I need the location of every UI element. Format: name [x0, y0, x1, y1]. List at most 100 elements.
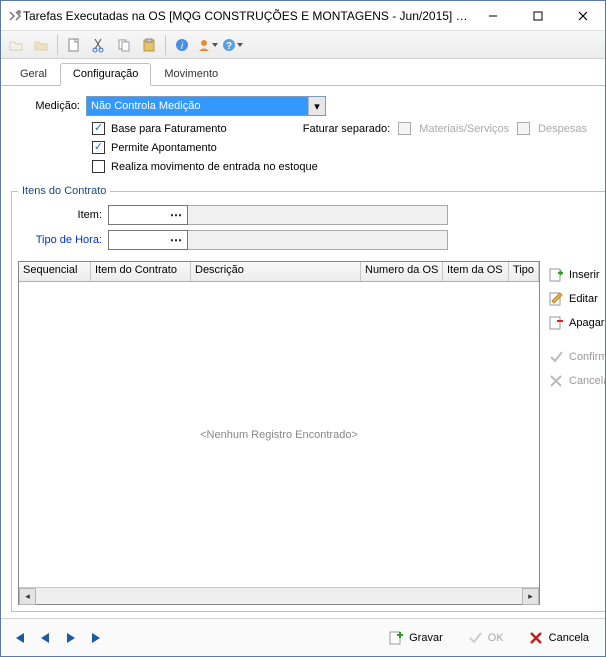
close-button[interactable] [560, 1, 605, 30]
base-faturamento-row: ✓ Base para Faturamento Faturar separado… [92, 122, 595, 135]
help-icon[interactable]: ? [221, 34, 243, 56]
itens-grid[interactable]: Sequencial Item do Contrato Descrição Nu… [18, 261, 540, 605]
side-actions: Inserir Editar Apagar Confirmar [546, 261, 605, 605]
tab-bar: Geral Configuração Movimento [1, 59, 605, 86]
realiza-movimento-label: Realiza movimento de entrada no estoque [111, 161, 318, 173]
grid-header: Sequencial Item do Contrato Descrição Nu… [19, 262, 539, 282]
confirmar-label: Confirmar [569, 351, 605, 363]
col-sequencial[interactable]: Sequencial [19, 262, 91, 281]
cancela-label: Cancela [549, 632, 589, 644]
plus-page-icon [548, 267, 564, 283]
lookup-icon[interactable]: ⋯ [170, 233, 183, 247]
copy-icon[interactable] [113, 34, 135, 56]
cancelar-label: Cancelar [569, 375, 605, 387]
gravar-button[interactable]: Gravar [382, 627, 449, 649]
ok-label: OK [488, 632, 504, 644]
tipo-hora-code-input[interactable]: ⋯ [108, 230, 188, 250]
editar-label: Editar [569, 293, 598, 305]
faturar-separado-label: Faturar separado: [303, 123, 390, 135]
app-window: Tarefas Executadas na OS [MQG CONSTRUÇÕE… [0, 0, 606, 657]
prev-record-button[interactable] [37, 630, 53, 646]
grid-body: <Nenhum Registro Encontrado> [19, 282, 539, 587]
tipo-hora-lookup[interactable]: ⋯ [108, 230, 448, 250]
tab-geral[interactable]: Geral [7, 63, 60, 85]
pencil-page-icon [548, 291, 564, 307]
grid-area: Sequencial Item do Contrato Descrição Nu… [18, 261, 605, 605]
new-page-icon[interactable] [63, 34, 85, 56]
scroll-left-button[interactable]: ◂ [19, 588, 36, 605]
permite-apontamento-checkbox[interactable]: ✓ [92, 141, 105, 154]
item-row: Item: ⋯ [18, 205, 605, 225]
first-record-button[interactable] [11, 630, 27, 646]
col-descricao[interactable]: Descrição [191, 262, 361, 281]
medicao-value: Não Controla Medição [91, 100, 200, 112]
user-icon[interactable] [196, 34, 218, 56]
record-nav [11, 630, 105, 646]
apagar-label: Apagar [569, 317, 604, 329]
paste-icon[interactable] [138, 34, 160, 56]
base-faturamento-label: Base para Faturamento [111, 123, 227, 135]
folder-open-icon[interactable] [5, 34, 27, 56]
gravar-label: Gravar [409, 632, 443, 644]
item-lookup[interactable]: ⋯ [108, 205, 448, 225]
realiza-movimento-row: Realiza movimento de entrada no estoque [92, 160, 595, 173]
scroll-right-button[interactable]: ▸ [522, 588, 539, 605]
cut-icon[interactable] [88, 34, 110, 56]
base-faturamento-checkbox[interactable]: ✓ [92, 122, 105, 135]
last-record-button[interactable] [89, 630, 105, 646]
editar-button[interactable]: Editar [546, 287, 605, 311]
grid-hscroll[interactable]: ◂ ▸ [19, 587, 539, 604]
item-label: Item: [18, 209, 108, 221]
tab-content: Medição: Não Controla Medição ▾ ✓ Base p… [1, 86, 605, 618]
window-title: Tarefas Executadas na OS [MQG CONSTRUÇÕE… [23, 9, 470, 23]
toolbar-separator [165, 35, 166, 55]
maximize-button[interactable] [515, 1, 560, 30]
medicao-combo[interactable]: Não Controla Medição ▾ [86, 96, 326, 116]
lookup-icon[interactable]: ⋯ [170, 208, 183, 222]
folder-icon[interactable] [30, 34, 52, 56]
col-numero-os[interactable]: Numero da OS [361, 262, 443, 281]
save-icon [388, 630, 404, 646]
ok-button: OK [461, 627, 510, 649]
chevron-down-icon [212, 43, 218, 47]
toolbar-separator [57, 35, 58, 55]
confirmar-button: Confirmar [546, 345, 605, 369]
titlebar: Tarefas Executadas na OS [MQG CONSTRUÇÕE… [1, 1, 605, 31]
footer-actions: Gravar OK Cancela [382, 627, 595, 649]
chevron-down-icon [237, 43, 243, 47]
spacer [546, 335, 605, 345]
toolbar: i ? [1, 31, 605, 59]
realiza-movimento-checkbox[interactable] [92, 160, 105, 173]
tab-movimento[interactable]: Movimento [151, 63, 231, 85]
apagar-button[interactable]: Apagar [546, 311, 605, 335]
chevron-down-icon[interactable]: ▾ [308, 97, 325, 115]
cancelar-button: Cancelar [546, 369, 605, 393]
inserir-button[interactable]: Inserir [546, 263, 605, 287]
x-icon [528, 630, 544, 646]
tab-configuracao[interactable]: Configuração [60, 63, 151, 86]
medicao-row: Medição: Não Controla Medição ▾ [11, 96, 595, 116]
tipo-hora-label: Tipo de Hora: [18, 234, 108, 246]
col-item-contrato[interactable]: Item do Contrato [91, 262, 191, 281]
minimize-button[interactable] [470, 1, 515, 30]
check-icon [548, 349, 564, 365]
col-item-os[interactable]: Item da OS [443, 262, 509, 281]
col-tipo[interactable]: Tipo [509, 262, 539, 281]
grid-empty-text: <Nenhum Registro Encontrado> [200, 429, 358, 441]
x-icon [548, 373, 564, 389]
item-code-input[interactable]: ⋯ [108, 205, 188, 225]
permite-apontamento-row: ✓ Permite Apontamento [92, 141, 595, 154]
cancela-button[interactable]: Cancela [522, 627, 595, 649]
check-icon [467, 630, 483, 646]
info-icon[interactable]: i [171, 34, 193, 56]
inserir-label: Inserir [569, 269, 600, 281]
tipo-hora-desc [188, 230, 448, 250]
faturar-separado-group: Faturar separado: Materiais/Serviços Des… [303, 122, 595, 135]
permite-apontamento-label: Permite Apontamento [111, 142, 217, 154]
minus-page-icon [548, 315, 564, 331]
item-desc [188, 205, 448, 225]
tipo-hora-row: Tipo de Hora: ⋯ [18, 230, 605, 250]
next-record-button[interactable] [63, 630, 79, 646]
materiais-servicos-checkbox [398, 122, 411, 135]
svg-text:?: ? [226, 41, 232, 52]
